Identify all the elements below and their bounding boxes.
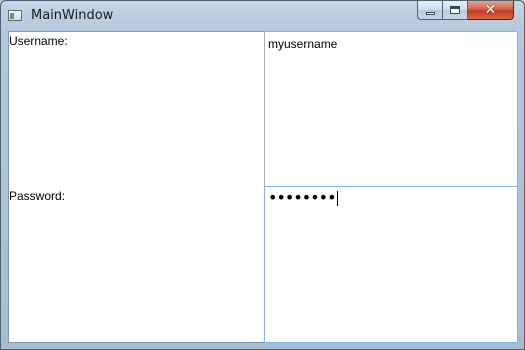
password-value: •••••••• bbox=[268, 188, 338, 207]
caption-buttons: ✕ bbox=[417, 1, 514, 21]
text-caret bbox=[336, 191, 338, 206]
minimize-icon bbox=[425, 11, 435, 15]
maximize-button[interactable] bbox=[443, 1, 468, 20]
minimize-button[interactable] bbox=[417, 1, 443, 20]
window-title: MainWindow bbox=[31, 8, 114, 23]
main-window: MainWindow ✕ Username: myusername Passwo… bbox=[0, 0, 525, 350]
password-label: Password: bbox=[9, 189, 66, 203]
close-button[interactable]: ✕ bbox=[468, 1, 514, 20]
title-bar[interactable]: MainWindow ✕ bbox=[1, 1, 524, 31]
password-field[interactable]: •••••••• bbox=[264, 186, 518, 343]
username-field[interactable]: myusername bbox=[264, 31, 518, 187]
username-value: myusername bbox=[268, 37, 338, 51]
window-icon[interactable] bbox=[8, 10, 22, 21]
maximize-icon bbox=[450, 6, 460, 14]
client-area: Username: myusername Password: •••••••• bbox=[8, 31, 518, 343]
username-label: Username: bbox=[9, 34, 68, 48]
close-icon: ✕ bbox=[484, 2, 497, 18]
